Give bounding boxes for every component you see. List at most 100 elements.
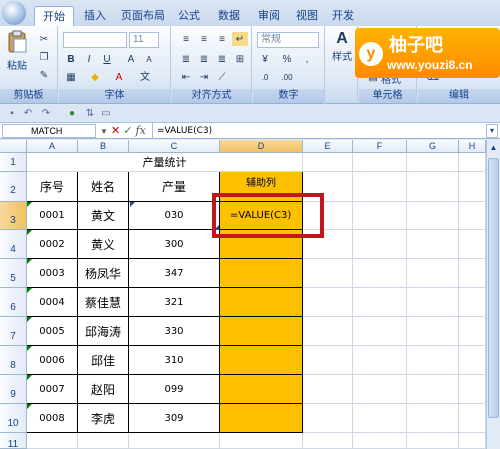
currency-icon[interactable]: ¥ [257, 52, 273, 66]
output-cell[interactable]: 347 [129, 259, 220, 288]
cell[interactable] [459, 317, 486, 346]
cell[interactable] [353, 202, 407, 230]
seq-cell[interactable]: 0005 [27, 317, 78, 346]
grow-font-icon[interactable]: A [123, 52, 139, 66]
output-cell[interactable]: 309 [129, 404, 220, 433]
cell[interactable] [353, 230, 407, 259]
row-header-9[interactable]: 9 [0, 375, 27, 404]
tab-view[interactable]: 视图 [290, 6, 324, 26]
enter-icon[interactable]: ✓ [123, 125, 132, 137]
output-cell[interactable]: 321 [129, 288, 220, 317]
cell[interactable] [407, 202, 459, 230]
increase-decimal-icon[interactable]: .0 [257, 70, 273, 84]
cell[interactable] [459, 202, 486, 230]
col-header-b[interactable]: B [78, 140, 129, 153]
cell[interactable] [353, 404, 407, 433]
cell[interactable] [407, 288, 459, 317]
dropdown-arrow-icon[interactable]: ▼ [100, 127, 108, 136]
name-cell[interactable]: 杨凤华 [78, 259, 129, 288]
scroll-up-icon[interactable]: ▲ [488, 141, 499, 155]
cell[interactable] [407, 317, 459, 346]
cell[interactable] [407, 404, 459, 433]
align-bottom-icon[interactable]: ≡ [214, 32, 230, 46]
output-cell[interactable]: 099 [129, 375, 220, 404]
col-header-c[interactable]: C [129, 140, 220, 153]
col-header-f[interactable]: F [353, 140, 407, 153]
cancel-icon[interactable]: ✕ [111, 125, 120, 137]
office-button-icon[interactable] [2, 1, 26, 25]
font-size-combo[interactable]: 11 [129, 32, 159, 48]
font-color-icon[interactable]: A [111, 70, 127, 84]
fill-color-icon[interactable]: ◆ [87, 70, 103, 84]
cell[interactable] [459, 172, 486, 202]
helper-cell[interactable] [220, 317, 303, 346]
decrease-decimal-icon[interactable]: .00 [279, 70, 295, 84]
cell[interactable] [459, 433, 486, 449]
row-header-6[interactable]: 6 [0, 288, 27, 317]
underline-icon[interactable]: U [99, 52, 115, 66]
cell[interactable] [407, 230, 459, 259]
cell[interactable] [353, 288, 407, 317]
tab-insert[interactable]: 插入 [78, 6, 112, 26]
align-middle-icon[interactable]: ≡ [196, 32, 212, 46]
increase-indent-icon[interactable]: ⇥ [196, 70, 212, 84]
cell[interactable] [459, 259, 486, 288]
undo-icon[interactable]: ↶ [22, 108, 34, 120]
refresh-icon[interactable]: ● [66, 108, 78, 120]
seq-cell[interactable]: 0004 [27, 288, 78, 317]
col-header-e[interactable]: E [303, 140, 353, 153]
helper-cell[interactable] [220, 404, 303, 433]
cell[interactable] [459, 346, 486, 375]
name-cell[interactable]: 邱海涛 [78, 317, 129, 346]
seq-cell[interactable]: 0006 [27, 346, 78, 375]
formula-input[interactable]: =VALUE(C3) [152, 123, 482, 139]
row-header-3[interactable]: 3 [0, 202, 27, 230]
cell[interactable] [353, 317, 407, 346]
cell[interactable] [303, 288, 353, 317]
name-cell[interactable]: 邱佳 [78, 346, 129, 375]
italic-icon[interactable]: I [81, 52, 97, 66]
header-cell-seq[interactable]: 序号 [27, 172, 78, 202]
name-cell[interactable]: 黄义 [78, 230, 129, 259]
save-icon[interactable]: ▪ [6, 108, 18, 120]
row-header-8[interactable]: 8 [0, 346, 27, 375]
cell[interactable] [407, 172, 459, 202]
cell[interactable] [459, 230, 486, 259]
cell[interactable] [353, 346, 407, 375]
cell[interactable] [303, 433, 353, 449]
row-header-5[interactable]: 5 [0, 259, 27, 288]
vertical-scrollbar[interactable]: ▲ [486, 140, 500, 449]
sort-icon[interactable]: ⇅ [84, 108, 96, 120]
cell[interactable] [353, 375, 407, 404]
output-cell[interactable]: 310 [129, 346, 220, 375]
cell[interactable] [220, 433, 303, 449]
decrease-indent-icon[interactable]: ⇤ [178, 70, 194, 84]
redo-icon[interactable]: ↷ [40, 108, 52, 120]
copy-icon[interactable]: ❐ [36, 50, 52, 64]
seq-cell[interactable]: 0001 [27, 202, 78, 230]
comma-icon[interactable]: , [299, 52, 315, 66]
cell[interactable] [353, 433, 407, 449]
cell[interactable] [303, 317, 353, 346]
cell[interactable] [407, 346, 459, 375]
cell[interactable] [459, 153, 486, 172]
number-format-combo[interactable]: 常规 [257, 32, 319, 48]
seq-cell[interactable]: 0007 [27, 375, 78, 404]
tab-data[interactable]: 数据 [212, 6, 246, 26]
output-cell[interactable]: 330 [129, 317, 220, 346]
cell[interactable] [407, 375, 459, 404]
name-cell[interactable]: 李虎 [78, 404, 129, 433]
select-all-corner[interactable] [0, 140, 27, 153]
paste-button[interactable]: 粘贴 [4, 30, 30, 74]
cell[interactable] [303, 346, 353, 375]
cell[interactable] [303, 259, 353, 288]
cell[interactable] [303, 375, 353, 404]
format-painter-icon[interactable]: ✎ [36, 68, 52, 82]
header-cell-output[interactable]: 产量 [129, 172, 220, 202]
output-cell[interactable]: 030 [129, 202, 220, 230]
scrollbar-thumb[interactable] [488, 158, 499, 418]
output-cell[interactable]: 300 [129, 230, 220, 259]
cell[interactable] [129, 433, 220, 449]
border-icon[interactable]: ▦ [63, 70, 79, 84]
tab-page-layout[interactable]: 页面布局 [116, 6, 170, 26]
